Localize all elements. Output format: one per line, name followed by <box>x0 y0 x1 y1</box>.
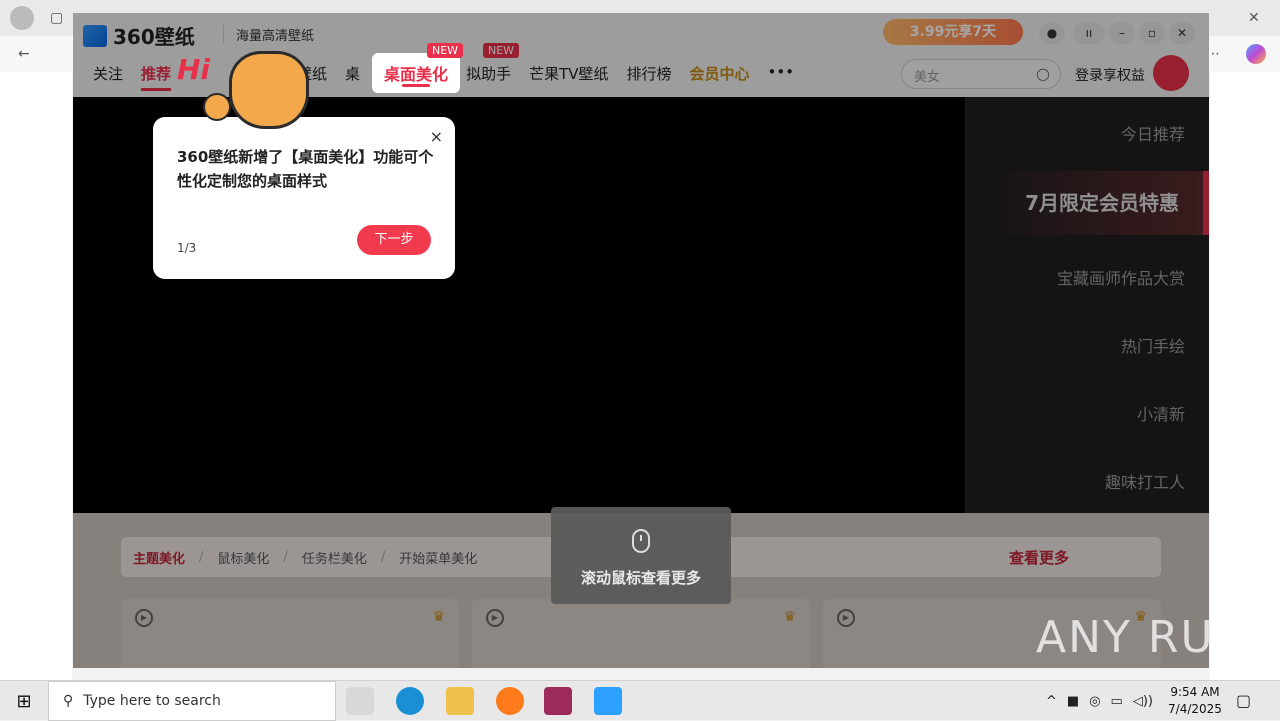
taskbar-clock[interactable]: 9:54 AM 7/4/2025 <box>1164 684 1226 718</box>
wallpaper-app-window: 360壁纸 海量高清壁纸 3.99元享7天 ● ıı – ▫ ✕ 关注 推荐 壁… <box>73 13 1209 668</box>
search-icon: ⚲ <box>63 693 74 709</box>
shiba-mascot-icon <box>229 51 309 129</box>
network-icon[interactable]: ▭ <box>1111 694 1123 709</box>
new-badge: NEW <box>427 43 464 58</box>
clock-time: 9:54 AM <box>1170 685 1220 699</box>
close-window-icon[interactable]: ✕ <box>1248 8 1260 28</box>
clock-date: 7/4/2025 <box>1168 702 1222 716</box>
edge-icon[interactable] <box>396 687 424 715</box>
taskbar-search-placeholder: Type here to search <box>83 693 221 709</box>
wallpaper-app-icon[interactable] <box>594 687 622 715</box>
taskbar-search[interactable]: ⚲ Type here to search <box>48 681 336 721</box>
mascot-illustration: Hi <box>177 33 327 129</box>
tooltip-step-counter: 1/3 <box>177 241 197 255</box>
browser-page-left <box>0 72 72 680</box>
firefox-icon[interactable] <box>496 687 524 715</box>
scroll-hint: 滚动鼠标查看更多 <box>551 507 731 604</box>
onboarding-tooltip: × 360壁纸新增了【桌面美化】功能可个性化定制您的桌面样式 1/3 下一步 <box>153 117 455 279</box>
copilot-icon[interactable] <box>1246 44 1266 64</box>
paw-icon <box>203 93 231 121</box>
next-step-button[interactable]: 下一步 <box>357 225 431 255</box>
tray-expand-icon[interactable]: ^ <box>1046 694 1057 709</box>
task-view-icon[interactable] <box>346 687 374 715</box>
tray-settings-icon[interactable]: ◎ <box>1089 694 1100 709</box>
winrar-icon[interactable] <box>544 687 572 715</box>
tab-actions-icon[interactable]: ▢ <box>50 8 63 28</box>
system-tray: ^ ■ ◎ ▭ ◁)) <box>1046 681 1153 721</box>
file-explorer-icon[interactable] <box>446 687 474 715</box>
mouse-icon <box>632 529 650 553</box>
close-icon[interactable]: × <box>430 127 443 146</box>
tray-app-icon[interactable]: ■ <box>1067 694 1079 709</box>
notification-icon[interactable]: ▢ <box>1236 691 1251 710</box>
nav-desktop-beautify[interactable]: 桌面美化 <box>372 53 460 93</box>
tooltip-message: 360壁纸新增了【桌面美化】功能可个性化定制您的桌面样式 <box>177 148 434 190</box>
windows-taskbar: ⊞ ⚲ Type here to search ^ ■ ◎ ▭ ◁)) 9:54… <box>0 680 1280 721</box>
mascot-hi-text: Hi <box>177 53 211 86</box>
anyrun-watermark: ANY RUN <box>1036 612 1250 663</box>
browser-page-right <box>1210 72 1280 680</box>
scroll-hint-text: 滚动鼠标查看更多 <box>580 569 701 587</box>
back-icon[interactable]: ← <box>18 44 30 64</box>
volume-icon[interactable]: ◁)) <box>1133 694 1153 709</box>
windows-start-icon[interactable]: ⊞ <box>0 681 48 721</box>
profile-icon[interactable] <box>10 6 34 30</box>
